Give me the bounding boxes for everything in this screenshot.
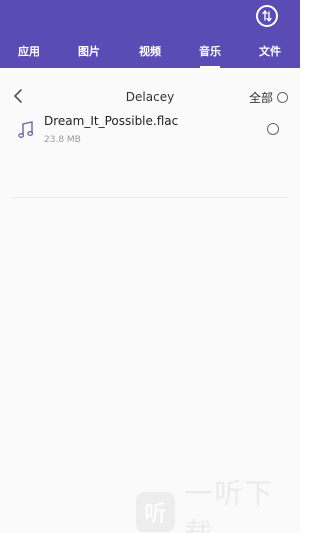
- tab-music[interactable]: 音乐: [185, 38, 235, 68]
- list-divider: [12, 197, 288, 198]
- music-note-icon: [18, 121, 34, 138]
- transfer-button[interactable]: [256, 5, 278, 27]
- select-all-radio[interactable]: [277, 91, 288, 103]
- app-root: 应用 图片 视频 音乐 文件 Delacey 全部 Dream_It_Possi: [0, 0, 300, 533]
- tab-videos[interactable]: 视频: [125, 38, 175, 68]
- list-item[interactable]: Dream_It_Possible.flac 23.8 MB: [0, 112, 300, 152]
- file-name: Dream_It_Possible.flac: [44, 114, 179, 128]
- category-tabs: 应用 图片 视频 音乐 文件: [0, 38, 300, 68]
- active-tab-indicator: [200, 66, 220, 68]
- watermark-text: 一听下载: [184, 476, 275, 533]
- file-size: 23.8 MB: [44, 135, 81, 145]
- select-all-label: 全部: [248, 90, 273, 105]
- tab-files[interactable]: 文件: [245, 38, 295, 68]
- watermark: 听 一听下载: [136, 477, 300, 533]
- watermark-logo: 听: [136, 491, 175, 532]
- file-select-radio[interactable]: [267, 123, 279, 135]
- file-list: Dream_It_Possible.flac 23.8 MB: [0, 112, 300, 152]
- path-bar: Delacey 全部: [0, 80, 300, 114]
- tab-images[interactable]: 图片: [64, 38, 114, 68]
- tab-apps[interactable]: 应用: [4, 38, 54, 68]
- transfer-arrows-icon: [262, 10, 272, 22]
- app-header: 应用 图片 视频 音乐 文件: [0, 0, 300, 68]
- select-all-toggle[interactable]: 全部: [249, 88, 288, 106]
